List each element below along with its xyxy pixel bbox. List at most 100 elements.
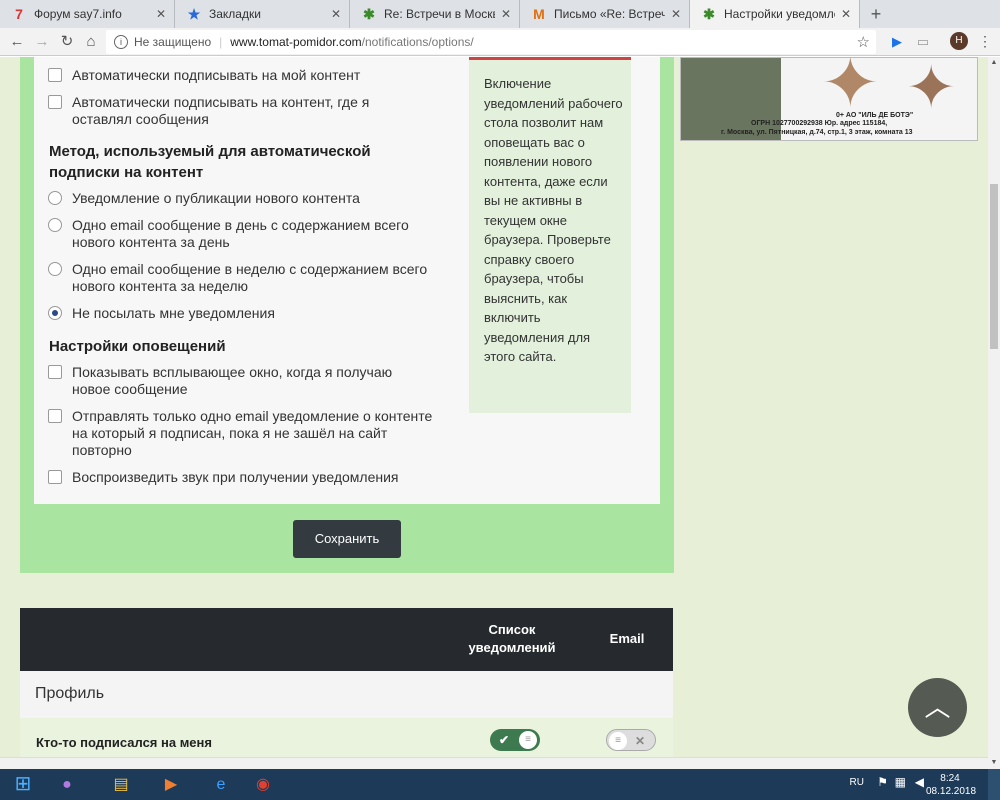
tab-forum-thread[interactable]: ✱ Re: Встречи в Москве 2018 ✕ xyxy=(350,0,520,28)
page-content: Автоматически подписывать на мой контент… xyxy=(0,57,988,769)
scroll-to-top-button[interactable]: ︿ xyxy=(908,678,967,737)
method-radio-weekly[interactable]: Одно email сообщение в неделю с содержан… xyxy=(48,261,448,295)
divider: | xyxy=(219,35,223,49)
address-bar[interactable]: i Не защищено | www.tomat-pomidor.com /n… xyxy=(106,30,876,54)
forward-arrow-icon[interactable]: → xyxy=(33,33,51,51)
media-player-icon[interactable]: ▶ xyxy=(154,771,188,798)
sound-alert-checkbox[interactable]: Воспроизведить звук при получении уведом… xyxy=(48,469,448,486)
url-path: /notifications/options/ xyxy=(361,35,474,49)
start-orb-icon[interactable]: ⊞ xyxy=(4,771,42,798)
play-extension-icon[interactable]: ▶ xyxy=(888,33,906,51)
network-icon[interactable]: ▦ xyxy=(895,775,906,789)
bookmark-star-icon[interactable]: ☆ xyxy=(857,33,870,51)
checkbox-icon[interactable] xyxy=(48,409,62,423)
clock-date[interactable]: 08.12.2018 xyxy=(926,786,976,797)
star-favicon-icon: ★ xyxy=(187,6,201,22)
avatar[interactable]: Н xyxy=(950,32,968,50)
divider xyxy=(469,57,631,60)
scroll-down-arrow-icon[interactable]: ▼ xyxy=(988,757,1000,769)
save-button[interactable]: Сохранить xyxy=(293,520,401,558)
reload-icon[interactable]: ↻ xyxy=(58,33,76,51)
radio-icon[interactable] xyxy=(48,218,62,232)
table-section-profile: Профиль xyxy=(20,671,673,718)
method-radio-none[interactable]: Не посылать мне уведомления xyxy=(48,305,448,322)
language-indicator[interactable]: RU xyxy=(850,777,864,788)
security-label: Не защищено xyxy=(134,35,212,49)
single-email-checkbox[interactable]: Отправлять только одно email уведомление… xyxy=(48,408,443,459)
tab-title: Настройки уведомлений - Н xyxy=(724,7,835,21)
extension-icon[interactable]: ▭ xyxy=(914,33,932,51)
tab-title: Re: Встречи в Москве 2018 xyxy=(384,7,495,21)
clock-time[interactable]: 8:24 xyxy=(930,773,970,784)
list-notification-toggle[interactable]: ✔ ≡ xyxy=(490,729,540,751)
internet-explorer-icon[interactable]: e xyxy=(204,771,238,798)
method-radio-new-content[interactable]: Уведомление о публикации нового контента xyxy=(48,190,448,207)
tab-bookmarks[interactable]: ★ Закладки ✕ xyxy=(175,0,350,28)
toggle-knob-icon: ≡ xyxy=(609,732,627,750)
toggle-knob-icon: ≡ xyxy=(519,731,537,749)
tab-title: Форум say7.info xyxy=(34,7,122,21)
horizontal-scrollbar[interactable] xyxy=(0,757,988,769)
close-icon[interactable]: ✕ xyxy=(501,7,511,21)
checkbox-icon[interactable] xyxy=(48,95,62,109)
close-icon[interactable]: ✕ xyxy=(671,7,681,21)
back-arrow-icon[interactable]: ← xyxy=(8,33,26,51)
vertical-scrollbar[interactable]: ▲ ▼ xyxy=(988,57,1000,769)
option-label: Воспроизведить звук при получении уведом… xyxy=(72,469,399,485)
menu-icon[interactable]: ⋮ xyxy=(978,33,992,50)
alerts-heading: Настройки оповещений xyxy=(49,338,226,355)
tab-notification-settings[interactable]: ✱ Настройки уведомлений - Н ✕ xyxy=(690,0,860,28)
check-icon: ✔ xyxy=(499,733,510,747)
auto-subscribe-own-checkbox[interactable]: Автоматически подписывать на мой контент xyxy=(48,67,448,84)
column-header-list: Список уведомлений xyxy=(468,622,556,655)
close-icon[interactable]: ✕ xyxy=(156,7,166,21)
method-heading: Метод, используемый для автоматической п… xyxy=(49,143,371,181)
tab-strip: 7 Форум say7.info ✕ ★ Закладки ✕ ✱ Re: В… xyxy=(0,0,1000,28)
option-label: Показывать всплывающее окно, когда я пол… xyxy=(72,364,393,397)
checkbox-icon[interactable] xyxy=(48,68,62,82)
option-label: Автоматически подписывать на контент, гд… xyxy=(72,94,370,127)
notification-table-header: Список уведомлений Email xyxy=(20,608,673,671)
info-icon[interactable]: i xyxy=(114,35,128,49)
scrollbar-thumb[interactable] xyxy=(990,184,998,349)
popup-alert-checkbox[interactable]: Показывать всплывающее окно, когда я пол… xyxy=(48,364,428,398)
auto-subscribe-replied-checkbox[interactable]: Автоматически подписывать на контент, гд… xyxy=(48,94,428,128)
show-desktop-button[interactable] xyxy=(988,769,1000,800)
scroll-up-arrow-icon[interactable]: ▲ xyxy=(988,57,1000,69)
checkbox-icon[interactable] xyxy=(48,470,62,484)
method-radio-daily[interactable]: Одно email сообщение в день с содержание… xyxy=(48,217,448,251)
new-tab-button[interactable]: + xyxy=(866,4,886,24)
radio-icon[interactable] xyxy=(48,262,62,276)
tab-mail[interactable]: M Письмо «Re: Встречи в Мос ✕ xyxy=(520,0,690,28)
option-label: Одно email сообщение в день с содержание… xyxy=(72,217,409,250)
option-label: Отправлять только одно email уведомление… xyxy=(72,408,433,458)
column-header-email: Email xyxy=(609,631,645,646)
option-label: Одно email сообщение в неделю с содержан… xyxy=(72,261,428,294)
close-icon[interactable]: ✕ xyxy=(841,7,851,21)
close-icon[interactable]: ✕ xyxy=(331,7,341,21)
star-decoration-icon: ✦ xyxy=(906,57,957,121)
tab-say7[interactable]: 7 Форум say7.info ✕ xyxy=(0,0,175,28)
ad-text: 0+ АО "ИЛЬ ДЕ БОТЭ" xyxy=(836,112,914,119)
section-title: Профиль xyxy=(35,685,105,702)
option-label: Уведомление о публикации нового контента xyxy=(72,190,360,206)
browser-toolbar: ← → ↻ ⌂ i Не защищено | www.tomat-pomido… xyxy=(0,28,1000,56)
folder-icon[interactable]: ▤ xyxy=(104,771,138,798)
advertisement-banner[interactable]: ✦ ✦ 0+ АО "ИЛЬ ДЕ БОТЭ" ОГРН 10277002929… xyxy=(680,57,978,141)
radio-selected-icon[interactable] xyxy=(48,306,62,320)
ad-text: ОГРН 1027700292938 Юр. адрес 115184, xyxy=(751,120,888,127)
email-notification-toggle[interactable]: ≡ ✕ xyxy=(606,729,656,751)
chrome-icon[interactable]: ◉ xyxy=(246,771,280,798)
say7-favicon-icon: 7 xyxy=(15,6,23,22)
flag-icon[interactable]: ⚑ xyxy=(877,775,888,789)
checkbox-icon[interactable] xyxy=(48,365,62,379)
tab-title: Письмо «Re: Встречи в Мос xyxy=(554,7,665,21)
home-icon[interactable]: ⌂ xyxy=(82,33,100,51)
mail-favicon-icon: M xyxy=(533,6,545,22)
tab-title: Закладки xyxy=(209,7,261,21)
radio-icon[interactable] xyxy=(48,191,62,205)
microphone-icon[interactable]: ● xyxy=(50,771,84,798)
tomato-favicon-icon: ✱ xyxy=(363,6,375,22)
volume-icon[interactable]: ◀ xyxy=(915,775,924,789)
star-decoration-icon: ✦ xyxy=(821,57,880,122)
